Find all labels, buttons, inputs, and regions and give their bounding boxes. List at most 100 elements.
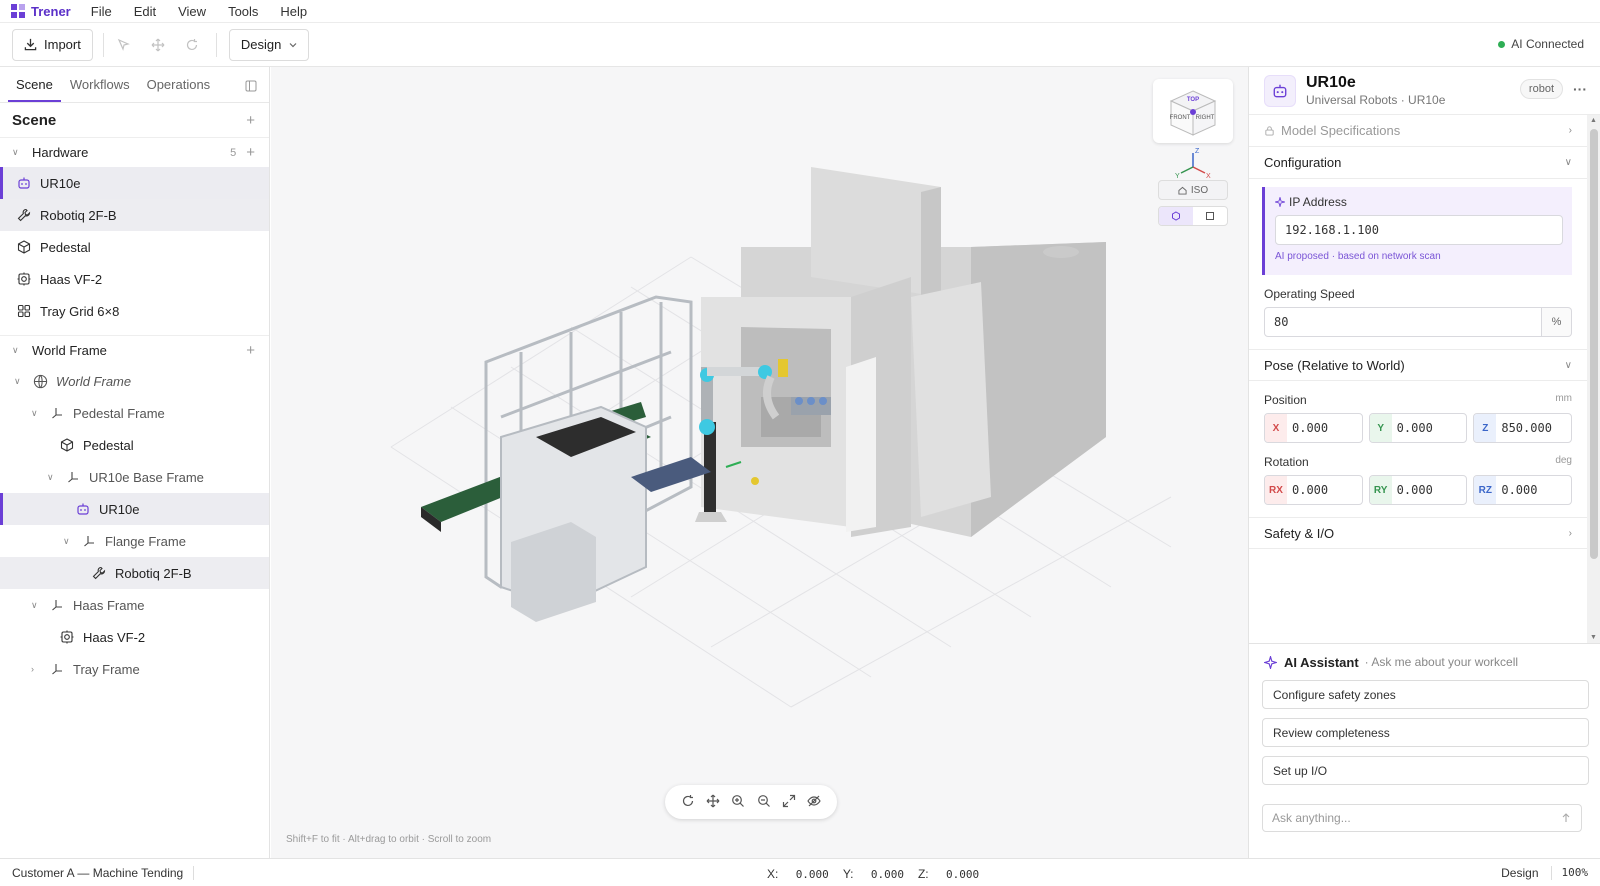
ip-address-input[interactable]: 192.168.1.100 — [1275, 215, 1563, 245]
add-hardware-icon[interactable]: + — [246, 144, 255, 161]
position-y-input[interactable]: 0.000 — [1392, 414, 1467, 442]
view-cube[interactable]: TOP FRONT RIGHT — [1153, 79, 1233, 143]
fit-view-icon[interactable] — [782, 794, 796, 811]
section-pose[interactable]: Pose (Relative to World) ∨ — [1249, 349, 1587, 381]
ask-input[interactable]: Ask anything... — [1262, 804, 1582, 832]
hardware-item-ur10e[interactable]: UR10e — [0, 167, 269, 199]
sparkle-icon — [1275, 197, 1285, 207]
tree-item-flange-frame[interactable]: ∨ Flange Frame — [0, 525, 269, 557]
mode-dropdown[interactable]: Design — [228, 28, 310, 61]
robot-icon — [75, 501, 91, 517]
chevron-down-icon[interactable]: ∨ — [12, 147, 24, 158]
properties-scrollbar[interactable]: ▲ ▼ — [1587, 115, 1600, 643]
z-tag: Z — [1474, 414, 1497, 442]
hide-icon[interactable] — [807, 794, 821, 811]
import-button[interactable]: Import — [12, 28, 93, 61]
suggestion-button[interactable]: Configure safety zones — [1262, 680, 1589, 709]
tree-item-tray-frame[interactable]: › Tray Frame — [0, 653, 269, 685]
scene-render[interactable] — [271, 67, 1248, 858]
scrollbar-thumb[interactable] — [1590, 129, 1598, 559]
tree-item-haas-frame[interactable]: ∨ Haas Frame — [0, 589, 269, 621]
wrench-icon — [91, 565, 107, 581]
iso-label: ISO — [1190, 184, 1209, 196]
collapse-panel-icon[interactable] — [245, 80, 257, 95]
box-icon — [59, 437, 75, 453]
menu-view[interactable]: View — [178, 4, 206, 19]
rotation-unit: deg — [1555, 455, 1572, 466]
section-safety-io[interactable]: Safety & I/O › — [1249, 517, 1587, 549]
suggestion-button[interactable]: Review completeness — [1262, 718, 1589, 747]
chevron-down-icon: ∨ — [1564, 359, 1572, 371]
scroll-down-icon[interactable]: ▼ — [1590, 634, 1597, 641]
select-tool-icon[interactable] — [114, 35, 134, 55]
tree-item-ur10e[interactable]: UR10e — [0, 493, 269, 525]
rotation-ry-field[interactable]: RY 0.000 — [1368, 475, 1468, 505]
rotation-rz-field[interactable]: RZ 0.000 — [1473, 475, 1573, 505]
tab-scene[interactable]: Scene — [8, 77, 61, 102]
section-model-specs[interactable]: Model Specifications › — [1249, 115, 1587, 147]
send-icon[interactable] — [1561, 813, 1571, 823]
tree-item-robotiq[interactable]: Robotiq 2F-B — [0, 557, 269, 589]
position-x-field[interactable]: X 0.000 — [1264, 413, 1363, 443]
hardware-group[interactable]: ∨ Hardware 5 + — [0, 137, 269, 167]
section-configuration-label: Configuration — [1264, 155, 1342, 170]
chevron-down-icon[interactable]: ∨ — [31, 600, 43, 611]
menu-help[interactable]: Help — [280, 4, 307, 19]
zoom-out-icon[interactable] — [757, 794, 771, 811]
chevron-down-icon[interactable]: ∨ — [63, 536, 75, 547]
move-tool-icon[interactable] — [148, 35, 168, 55]
coord-x-label: X: — [767, 867, 779, 881]
position-label: Position — [1264, 393, 1307, 407]
operating-speed-input[interactable]: 80 — [1264, 307, 1542, 337]
menu-tools[interactable]: Tools — [228, 4, 258, 19]
scroll-up-icon[interactable]: ▲ — [1590, 117, 1597, 124]
ry-tag: RY — [1369, 476, 1392, 504]
zoom-in-icon[interactable] — [731, 794, 745, 811]
rotation-rx-input[interactable]: 0.000 — [1287, 476, 1362, 504]
pan-icon[interactable] — [706, 794, 720, 811]
tree-item-ur10e-base-frame[interactable]: ∨ UR10e Base Frame — [0, 461, 269, 493]
add-scene-item-icon[interactable]: + — [246, 112, 255, 129]
rotation-ry-input[interactable]: 0.000 — [1392, 476, 1467, 504]
tab-workflows[interactable]: Workflows — [62, 77, 138, 102]
square-icon — [1206, 212, 1214, 220]
status-zoom[interactable]: 100% — [1550, 866, 1588, 880]
chevron-down-icon[interactable]: ∨ — [14, 376, 26, 387]
reset-view-icon[interactable] — [681, 794, 695, 811]
rotation-rz-input[interactable]: 0.000 — [1496, 476, 1571, 504]
hardware-item-robotiq[interactable]: Robotiq 2F-B — [0, 199, 269, 231]
rotation-rx-field[interactable]: RX 0.000 — [1264, 475, 1363, 505]
chevron-down-icon[interactable]: ∨ — [31, 408, 43, 419]
more-options-icon[interactable]: ··· — [1573, 81, 1587, 97]
viewport-hint: Shift+F to fit · Alt+drag to orbit · Scr… — [286, 834, 492, 845]
perspective-view-button[interactable] — [1159, 207, 1193, 225]
tab-operations[interactable]: Operations — [139, 77, 219, 102]
cube-icon — [1172, 211, 1180, 221]
iso-view-button[interactable]: ISO — [1158, 180, 1228, 200]
tree-item-haas[interactable]: Haas VF-2 — [0, 621, 269, 653]
position-y-field[interactable]: Y 0.000 — [1368, 413, 1468, 443]
section-configuration[interactable]: Configuration ∨ — [1249, 147, 1587, 179]
3d-viewport[interactable]: TOP FRONT RIGHT Z X Y ISO Shift+F to fit… — [271, 67, 1248, 858]
add-frame-icon[interactable]: + — [246, 342, 255, 359]
menu-edit[interactable]: Edit — [134, 4, 156, 19]
toolbar: Import Design AI Connected — [0, 23, 1600, 67]
hardware-item-tray-grid[interactable]: Tray Grid 6×8 — [0, 295, 269, 327]
hardware-item-pedestal[interactable]: Pedestal — [0, 231, 269, 263]
tree-item-world-frame[interactable]: ∨ World Frame — [0, 365, 269, 397]
chevron-down-icon[interactable]: ∨ — [47, 472, 59, 483]
menu-file[interactable]: File — [91, 4, 112, 19]
properties-scroll[interactable]: Model Specifications › Configuration ∨ I… — [1249, 115, 1587, 643]
position-x-input[interactable]: 0.000 — [1287, 414, 1362, 442]
rotate-tool-icon[interactable] — [182, 35, 202, 55]
position-z-field[interactable]: Z 850.000 — [1473, 413, 1573, 443]
suggestion-button[interactable]: Set up I/O — [1262, 756, 1589, 785]
hardware-item-haas[interactable]: Haas VF-2 — [0, 263, 269, 295]
position-z-input[interactable]: 850.000 — [1496, 414, 1571, 442]
tree-item-pedestal[interactable]: Pedestal — [0, 429, 269, 461]
world-frame-group[interactable]: ∨ World Frame + — [0, 335, 269, 365]
chevron-right-icon[interactable]: › — [31, 664, 43, 674]
tree-item-pedestal-frame[interactable]: ∨ Pedestal Frame — [0, 397, 269, 429]
orthographic-view-button[interactable] — [1193, 207, 1227, 225]
chevron-down-icon[interactable]: ∨ — [12, 345, 24, 356]
